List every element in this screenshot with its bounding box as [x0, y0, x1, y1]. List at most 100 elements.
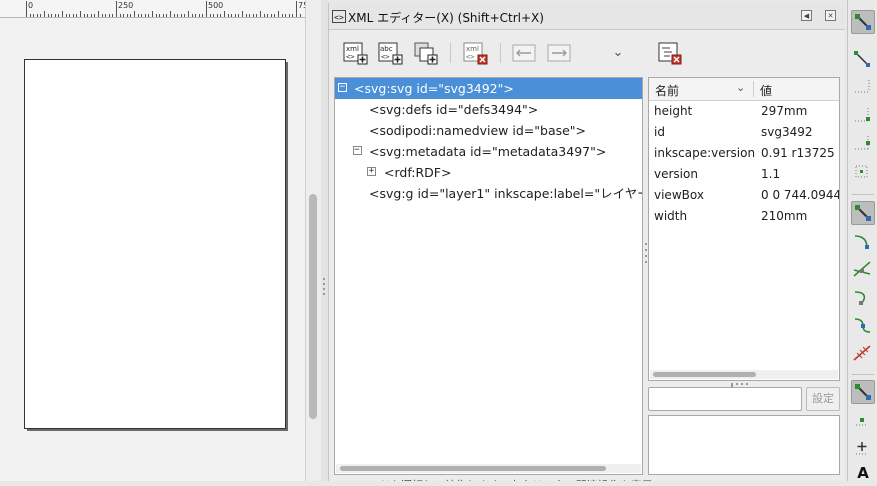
expand-icon[interactable]: +	[367, 167, 376, 176]
ruler-tick	[170, 11, 171, 17]
snap-object-center-button[interactable]	[851, 409, 875, 433]
set-attribute-button[interactable]: 設定	[806, 387, 840, 411]
ruler-tick	[134, 11, 135, 17]
snap-others-button[interactable]	[851, 380, 875, 404]
scrollbar-thumb[interactable]	[653, 372, 756, 377]
ruler-tick	[249, 14, 251, 17]
tree-node[interactable]: <svg:defs id="defs3494">	[335, 99, 642, 120]
ruler-tick	[227, 14, 229, 17]
tree-node-label: <sodipodi:namedview id="base">	[369, 123, 587, 138]
attribute-name: inkscape:version	[654, 146, 756, 160]
node-tree[interactable]: − <svg:svg id="svg3492"> <svg:defs id="def…	[334, 77, 643, 475]
close-icon[interactable]: ✕	[825, 10, 836, 21]
tree-horizontal-scrollbar[interactable]	[336, 464, 641, 473]
attribute-pane-grip[interactable]	[731, 383, 755, 387]
snap-bbox-corners-button[interactable]	[851, 104, 875, 128]
snap-text-baseline-icon[interactable]: A	[851, 462, 875, 486]
ruler-tick	[87, 14, 89, 17]
tree-node[interactable]: <sodipodi:namedview id="base">	[335, 120, 642, 141]
snap-smooth-nodes-button[interactable]	[851, 314, 875, 338]
snap-bbox-edges-button[interactable]	[851, 76, 875, 100]
status-text: XMLノードを選択して編集します。右クリックで関連操作を表示	[334, 477, 842, 481]
attribute-value: 0.91 r13725	[761, 146, 835, 160]
snap-rotation-center-button[interactable]	[851, 436, 875, 460]
ruler-tick	[123, 14, 125, 17]
scrollbar-thumb[interactable]	[340, 466, 606, 471]
column-header-value[interactable]: 値	[760, 82, 772, 99]
ruler-tick	[285, 14, 287, 17]
indent-node-button[interactable]	[546, 40, 572, 66]
snap-toggle-button[interactable]	[851, 10, 875, 34]
attribute-name: height	[654, 104, 693, 118]
delete-node-button[interactable]: xml <>	[462, 40, 488, 66]
toolbar-separator	[450, 43, 451, 63]
ruler-label: 750	[298, 1, 305, 10]
ruler-tick	[252, 14, 254, 17]
snap-bbox-midpoints-button[interactable]	[851, 132, 875, 156]
attribute-row[interactable]: viewBox 0 0 744.0944	[649, 185, 840, 206]
tree-node[interactable]: <svg:g id="layer1" inkscape:label="レイヤー …	[335, 183, 642, 204]
ruler-tick	[148, 14, 150, 17]
collapse-icon[interactable]: −	[338, 83, 347, 92]
ruler-tick	[180, 14, 182, 17]
ruler-tick	[231, 14, 233, 17]
chevron-down-icon[interactable]: ⌄	[605, 40, 631, 66]
attribute-value-textarea[interactable]	[648, 415, 840, 475]
column-header-name[interactable]: 名前	[655, 82, 679, 99]
attribute-value: 210mm	[761, 209, 808, 223]
document-page[interactable]	[24, 59, 286, 429]
attribute-table[interactable]: 名前 ⌄ 値 height 297mm id svg3492 inkscape:vers…	[648, 77, 840, 381]
ruler-tick	[256, 14, 258, 17]
panel-splitter[interactable]	[321, 0, 328, 481]
canvas-vertical-scrollbar[interactable]	[305, 0, 322, 481]
snap-cusp-nodes-button[interactable]	[851, 286, 875, 310]
attribute-name-input[interactable]	[648, 387, 802, 411]
ruler-tick	[184, 14, 186, 17]
snap-cusp-icon	[854, 291, 866, 305]
toolbar-separator	[852, 374, 874, 375]
ruler-tick	[155, 14, 157, 17]
tree-node[interactable]: + <rdf:RDF>	[335, 162, 642, 183]
collapse-icon[interactable]: −	[352, 146, 362, 155]
ruler-tick	[141, 14, 143, 17]
snap-bounding-box-button[interactable]	[851, 48, 875, 72]
new-text-icon-text: abc	[380, 45, 393, 53]
xml-editor-icon: <>	[332, 10, 346, 23]
ruler-tick	[40, 14, 42, 17]
snap-bbox-corners-icon	[855, 108, 870, 122]
new-text-node-button[interactable]: abc <>	[377, 40, 403, 66]
attribute-row[interactable]: id svg3492	[649, 122, 839, 143]
horizontal-ruler[interactable]: 0 250 500 750	[0, 0, 305, 18]
tree-node[interactable]: − <svg:svg id="svg3492">	[335, 78, 642, 99]
attribute-row[interactable]: height 297mm	[649, 101, 839, 122]
tree-node[interactable]: − <svg:metadata id="metadata3497">	[335, 141, 642, 162]
new-element-node-button[interactable]: xml <>	[342, 40, 368, 66]
ruler-tick	[274, 14, 276, 17]
sort-chevron-down-icon[interactable]: ⌄	[736, 81, 745, 94]
dock-pin-icon[interactable]: ◀	[801, 10, 812, 21]
attribute-value: 0 0 744.0944	[761, 188, 840, 202]
attribute-row[interactable]: inkscape:version 0.91 r13725	[649, 143, 839, 164]
ruler-tick	[76, 14, 78, 17]
attribute-row[interactable]: width 210mm	[649, 206, 839, 227]
attribute-row[interactable]: version 1.1	[649, 164, 839, 185]
ruler-tick	[296, 1, 297, 17]
attribute-name: version	[654, 167, 698, 181]
canvas-area[interactable]: 0 250 500 750	[0, 0, 305, 481]
ruler-tick	[206, 1, 207, 17]
tree-node-label: <svg:svg id="svg3492">	[354, 81, 514, 96]
attribute-name: width	[654, 209, 688, 223]
attribute-horizontal-scrollbar[interactable]	[650, 370, 838, 379]
snap-paths-button[interactable]	[851, 230, 875, 254]
snap-bbox-center-button[interactable]	[851, 160, 875, 184]
ruler-tick	[224, 11, 225, 17]
snap-path-intersections-button[interactable]	[851, 258, 875, 282]
snap-line-midpoints-button[interactable]	[851, 342, 875, 366]
ruler-tick	[26, 1, 27, 17]
delete-attribute-button[interactable]	[656, 40, 682, 66]
snap-nodes-button[interactable]	[851, 201, 875, 225]
scrollbar-thumb[interactable]	[309, 194, 317, 419]
unindent-node-button[interactable]	[511, 40, 537, 66]
dock-title-bar: <> XML エディター(X) (Shift+Ctrl+X) ◀ ✕	[329, 3, 845, 30]
duplicate-node-button[interactable]	[412, 40, 438, 66]
